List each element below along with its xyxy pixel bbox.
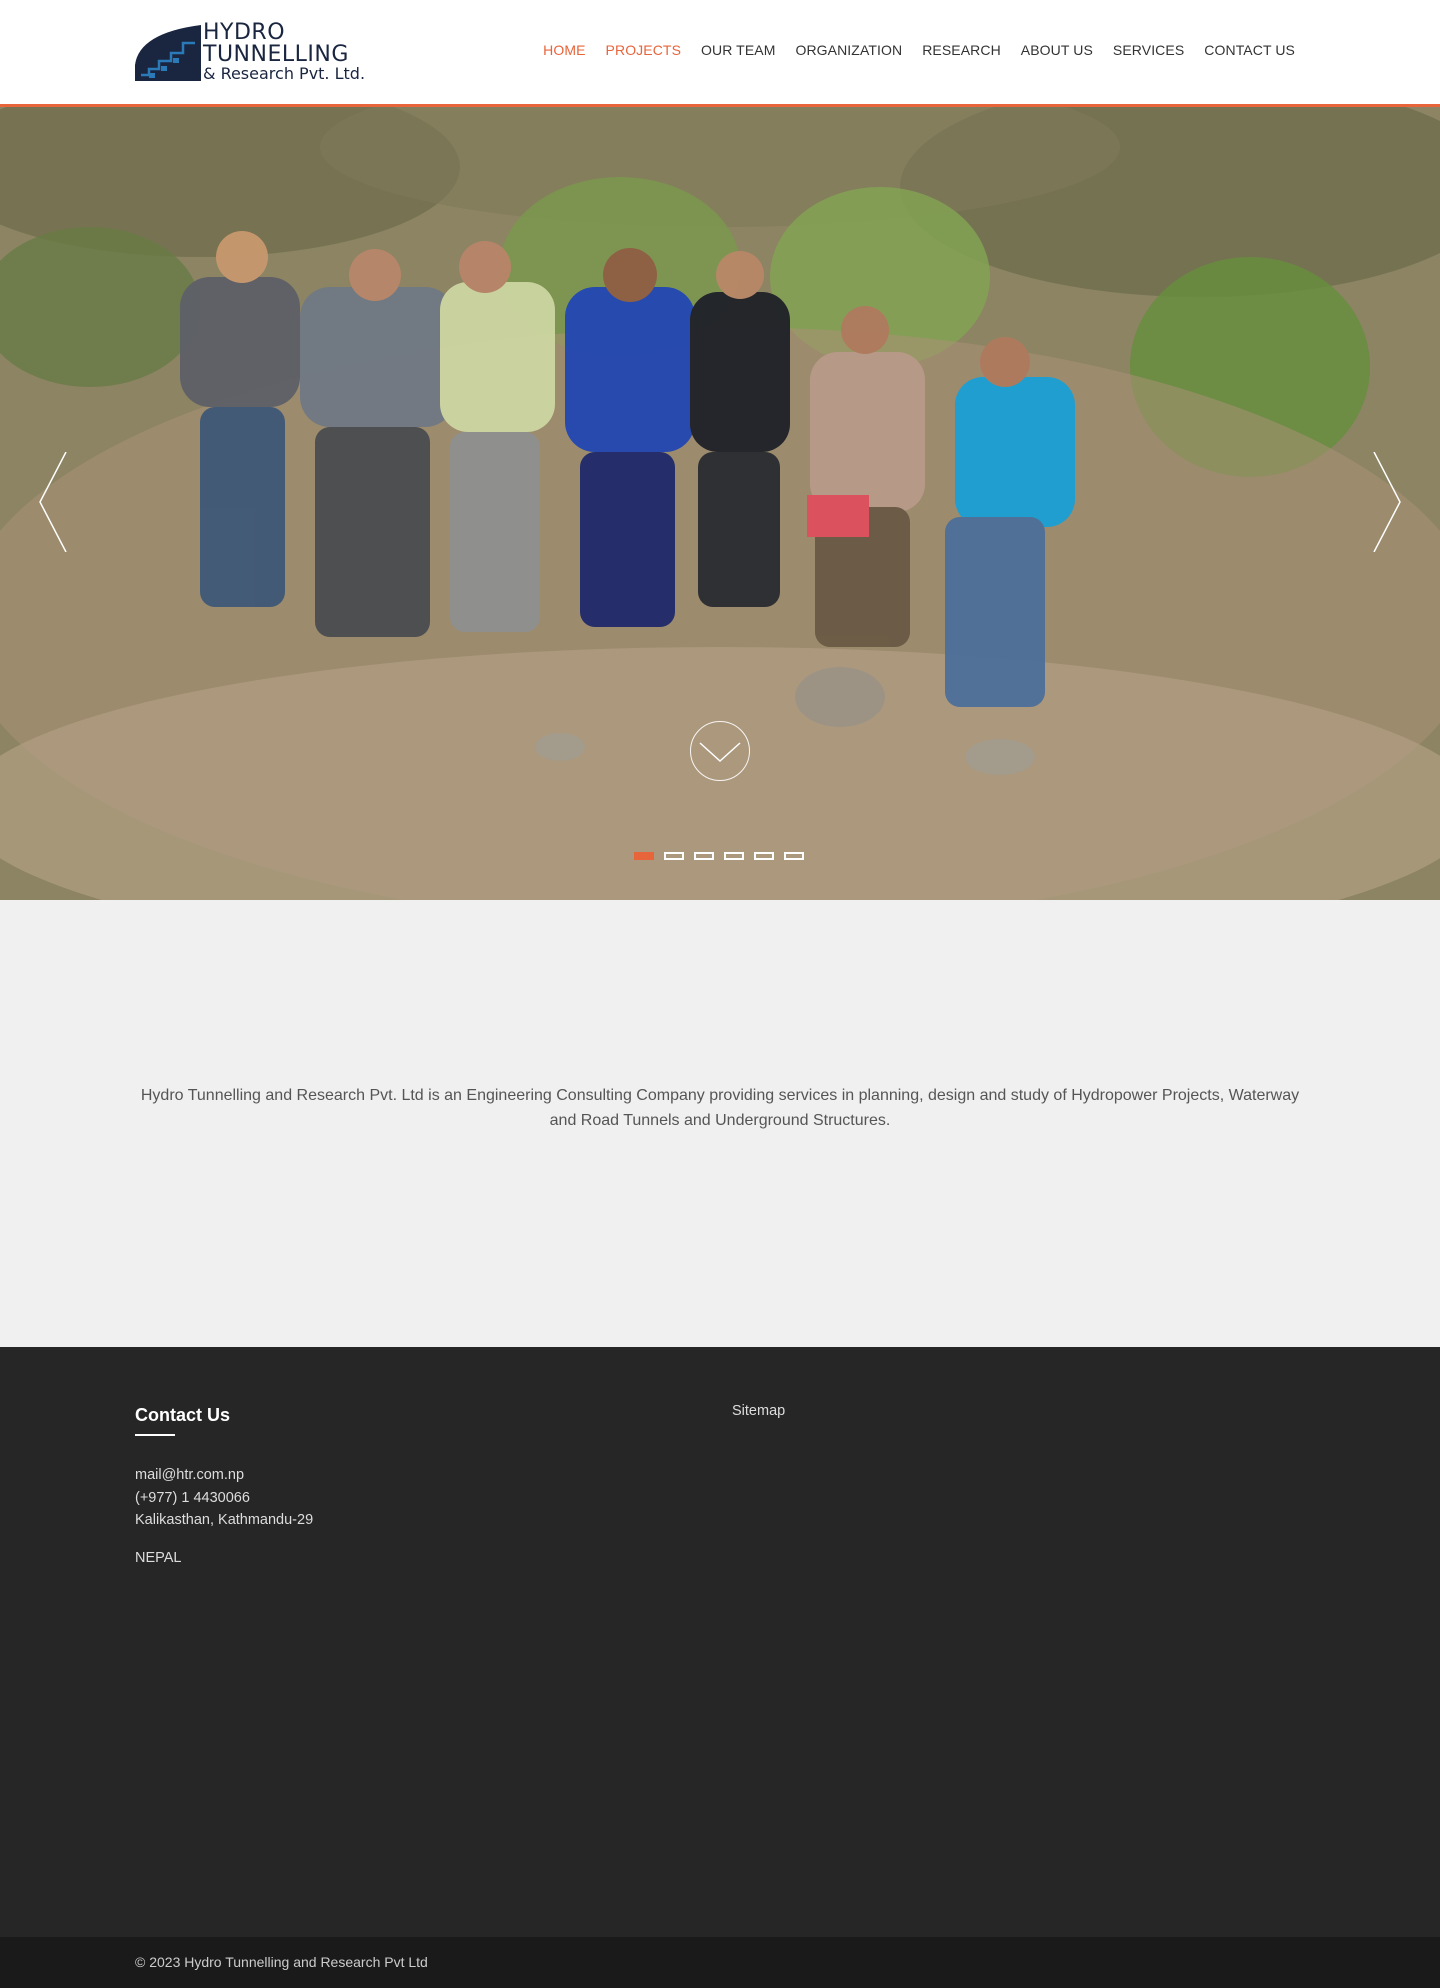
copyright-text: © 2023 Hydro Tunnelling and Research Pvt… [135,1954,428,1970]
slider-dot-3[interactable] [694,852,714,860]
nav-item-about-us[interactable]: ABOUT US [1021,42,1093,58]
site-header: HYDRO TUNNELLING & Research Pvt. Ltd. HO… [0,0,1440,107]
nav-item-home[interactable]: HOME [543,42,585,58]
slider-dot-2[interactable] [664,852,684,860]
slider-dot-6[interactable] [784,852,804,860]
scroll-down-button[interactable] [690,721,750,781]
contact-country: NEPAL [135,1550,182,1566]
sitemap-link[interactable]: Sitemap [732,1403,785,1419]
nav-item-contact-us[interactable]: CONTACT US [1204,42,1295,58]
nav-item-our-team[interactable]: OUR TEAM [701,42,775,58]
contact-details: mail@htr.com.np (+977) 1 4430066 Kalikas… [135,1464,313,1532]
chevron-right-icon [1373,451,1401,553]
contact-phone[interactable]: (+977) 1 4430066 [135,1487,313,1510]
logo-line-1: HYDRO [203,20,286,45]
nav-item-projects[interactable]: PROJECTS [606,42,681,58]
slider-prev-button[interactable] [38,451,68,553]
nav-item-organization[interactable]: ORGANIZATION [795,42,902,58]
main-nav: HOME PROJECTS OUR TEAM ORGANIZATION RESE… [523,42,1295,58]
logo-text: HYDRO TUNNELLING & Research Pvt. Ltd. [203,22,365,82]
chevron-left-icon [39,451,67,553]
slider-next-button[interactable] [1372,451,1402,553]
logo-link[interactable]: HYDRO TUNNELLING & Research Pvt. Ltd. [135,22,375,84]
company-intro-text: Hydro Tunnelling and Research Pvt. Ltd i… [140,1087,1300,1129]
nav-item-services[interactable]: SERVICES [1113,42,1184,58]
chevron-down-icon [698,741,741,762]
site-footer: Contact Us mail@htr.com.np (+977) 1 4430… [0,1347,1440,1937]
slider-dot-4[interactable] [724,852,744,860]
heading-underline [135,1434,175,1436]
contact-heading: Contact Us [135,1405,231,1425]
slider-dot-5[interactable] [754,852,774,860]
slider-dot-1[interactable] [634,852,654,860]
copyright-bar: © 2023 Hydro Tunnelling and Research Pvt… [0,1937,1440,1988]
logo-line-2: TUNNELLING [203,42,349,67]
contact-address: Kalikasthan, Kathmandu-29 [135,1512,314,1528]
nav-item-research[interactable]: RESEARCH [922,42,1001,58]
slider-pagination [634,852,804,860]
hero-slider [0,107,1440,900]
logo-mark-icon [135,25,201,81]
contact-email[interactable]: mail@htr.com.np [135,1464,313,1487]
logo-line-3: & Research Pvt. Ltd. [203,64,366,83]
